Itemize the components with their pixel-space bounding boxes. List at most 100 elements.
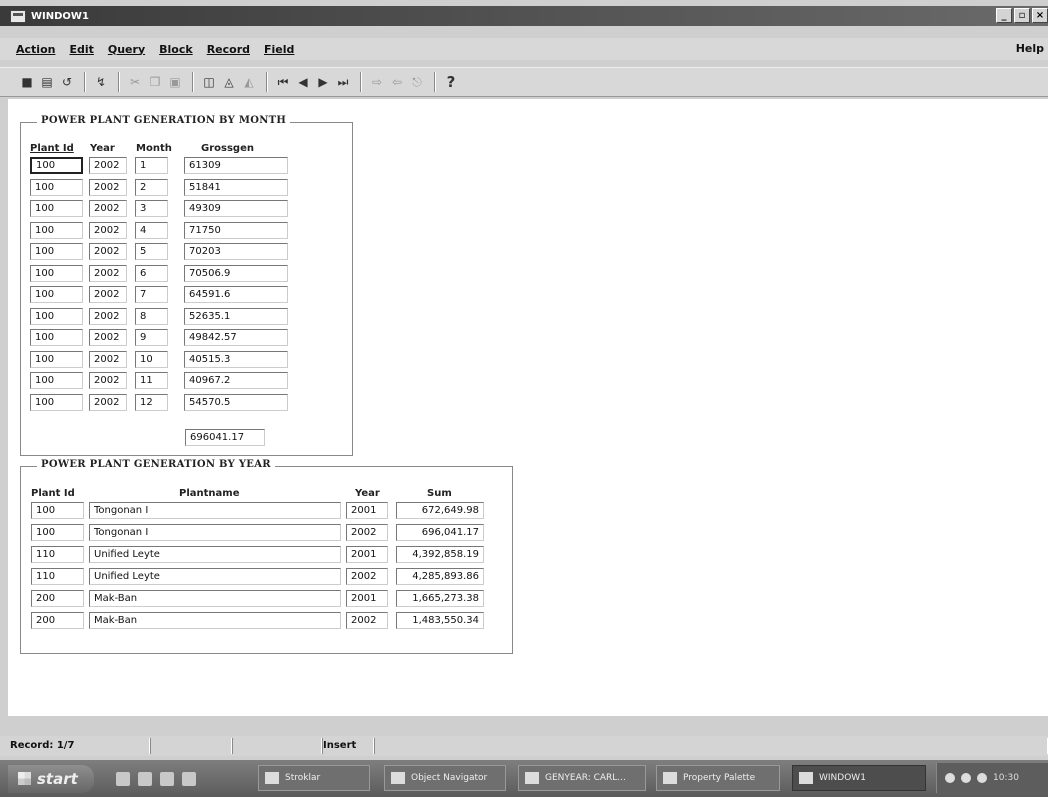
- month-field[interactable]: 11: [135, 372, 168, 389]
- plantname-field[interactable]: Unified Leyte: [89, 546, 341, 563]
- menu-record[interactable]: Record: [207, 43, 250, 56]
- month-field[interactable]: 2: [135, 178, 168, 196]
- month-field[interactable]: 12: [135, 393, 168, 411]
- minimize-button[interactable]: _: [996, 8, 1012, 23]
- grossgen-field[interactable]: 71750: [184, 221, 288, 239]
- month-field[interactable]: 1: [135, 157, 168, 174]
- taskbar-item-active[interactable]: WINDOW1: [792, 765, 926, 791]
- year-field[interactable]: 2002: [89, 221, 127, 239]
- grossgen-field[interactable]: 70203: [184, 243, 288, 260]
- grossgen-field[interactable]: 40515.3: [184, 350, 288, 368]
- year-field[interactable]: 2002: [89, 350, 127, 368]
- year-field[interactable]: 2002: [89, 243, 127, 260]
- plantname-field[interactable]: Unified Leyte: [89, 568, 341, 585]
- menu-block[interactable]: Block: [159, 43, 193, 56]
- month-field[interactable]: 9: [135, 329, 168, 346]
- sum-field[interactable]: 4,285,893.86: [396, 568, 484, 585]
- month-field[interactable]: 6: [135, 264, 168, 282]
- plant-id-field[interactable]: 100: [30, 221, 83, 239]
- next-record-icon[interactable]: ▶: [314, 73, 332, 91]
- year-field[interactable]: 2002: [89, 372, 127, 389]
- menu-edit[interactable]: Edit: [69, 43, 93, 56]
- menu-field[interactable]: Field: [264, 43, 294, 56]
- year-field[interactable]: 2002: [89, 286, 127, 303]
- plantname-field[interactable]: Tongonan I: [89, 502, 341, 519]
- year-field[interactable]: 2002: [89, 157, 127, 174]
- plant-id-field[interactable]: 200: [31, 590, 84, 607]
- grossgen-field[interactable]: 52635.1: [184, 307, 288, 325]
- previous-record-icon[interactable]: ◀: [294, 73, 312, 91]
- menu-action[interactable]: Action: [16, 43, 55, 56]
- year-field[interactable]: 2001: [346, 546, 388, 563]
- month-field[interactable]: 5: [135, 243, 168, 260]
- plant-id-field[interactable]: 110: [31, 568, 84, 585]
- plant-id-field[interactable]: 100: [30, 393, 83, 411]
- year-field[interactable]: 2002: [346, 568, 388, 585]
- month-field[interactable]: 8: [135, 307, 168, 325]
- delete-record-icon[interactable]: ⇦: [388, 73, 406, 91]
- sum-field[interactable]: 4,392,858.19: [396, 546, 484, 563]
- first-record-icon[interactable]: ⏮: [274, 73, 292, 91]
- last-record-icon[interactable]: ⏭: [334, 73, 352, 91]
- tray-icon[interactable]: [945, 773, 955, 783]
- plant-id-field[interactable]: 100: [31, 502, 84, 519]
- quicklaunch-icon[interactable]: [116, 771, 130, 786]
- quicklaunch-icon[interactable]: [138, 771, 152, 786]
- taskbar-item[interactable]: Property Palette: [656, 765, 780, 791]
- year-field[interactable]: 2002: [89, 393, 127, 411]
- insert-new-icon[interactable]: ⇨: [368, 73, 386, 91]
- year-field[interactable]: 2002: [89, 200, 127, 217]
- grossgen-field[interactable]: 49842.57: [184, 329, 288, 346]
- grossgen-field[interactable]: 49309: [184, 200, 288, 217]
- exit-icon[interactable]: ↺: [58, 73, 76, 91]
- grossgen-field[interactable]: 61309: [184, 157, 288, 174]
- year-field[interactable]: 2002: [346, 524, 388, 541]
- plant-id-field[interactable]: 100: [30, 350, 83, 368]
- sum-field[interactable]: 672,649.98: [396, 502, 484, 519]
- cancel-query-icon[interactable]: ◭: [240, 73, 258, 91]
- taskbar-item[interactable]: Stroklar: [258, 765, 370, 791]
- quicklaunch-icon[interactable]: [160, 771, 174, 786]
- grossgen-field[interactable]: 64591.6: [184, 286, 288, 303]
- plant-id-field[interactable]: 100: [30, 372, 83, 389]
- grossgen-field[interactable]: 40967.2: [184, 372, 288, 389]
- save-icon[interactable]: ■: [18, 73, 36, 91]
- plantname-field[interactable]: Tongonan I: [89, 524, 341, 541]
- year-field[interactable]: 2002: [89, 329, 127, 346]
- cut-icon[interactable]: ✂: [126, 73, 144, 91]
- menu-query[interactable]: Query: [108, 43, 145, 56]
- year-field[interactable]: 2002: [89, 307, 127, 325]
- sum-field[interactable]: 1,483,550.34: [396, 612, 484, 629]
- month-field[interactable]: 10: [135, 350, 168, 368]
- grossgen-field[interactable]: 51841: [184, 178, 288, 196]
- maximize-button[interactable]: ▫: [1014, 8, 1030, 23]
- close-button[interactable]: ×: [1032, 8, 1048, 23]
- year-field[interactable]: 2001: [346, 590, 388, 607]
- plant-id-field[interactable]: 100: [30, 264, 83, 282]
- grossgen-field[interactable]: 54570.5: [184, 393, 288, 411]
- help-icon[interactable]: ?: [442, 73, 460, 91]
- month-field[interactable]: 4: [135, 221, 168, 239]
- grossgen-field[interactable]: 70506.9: [184, 264, 288, 282]
- sum-field[interactable]: 696,041.17: [396, 524, 484, 541]
- plant-id-field[interactable]: 100: [30, 157, 83, 174]
- year-field[interactable]: 2002: [89, 264, 127, 282]
- plant-id-field[interactable]: 100: [30, 178, 83, 196]
- execute-query-icon[interactable]: ◬: [220, 73, 238, 91]
- year-field[interactable]: 2002: [89, 178, 127, 196]
- lock-record-icon[interactable]: ⎋: [408, 73, 426, 91]
- month-field[interactable]: 3: [135, 200, 168, 217]
- quicklaunch-icon[interactable]: [182, 771, 196, 786]
- grossgen-total-field[interactable]: 696041.17: [185, 429, 265, 446]
- taskbar-item[interactable]: Object Navigator: [384, 765, 506, 791]
- menu-help[interactable]: Help: [1016, 42, 1044, 55]
- sum-field[interactable]: 1,665,273.38: [396, 590, 484, 607]
- start-button[interactable]: start: [8, 764, 94, 793]
- month-field[interactable]: 7: [135, 286, 168, 303]
- insert-record-icon[interactable]: ↯: [92, 73, 110, 91]
- tray-icon[interactable]: [961, 773, 971, 783]
- year-field[interactable]: 2001: [346, 502, 388, 519]
- plant-id-field[interactable]: 100: [30, 286, 83, 303]
- plant-id-field[interactable]: 100: [30, 307, 83, 325]
- plant-id-field[interactable]: 100: [30, 243, 83, 260]
